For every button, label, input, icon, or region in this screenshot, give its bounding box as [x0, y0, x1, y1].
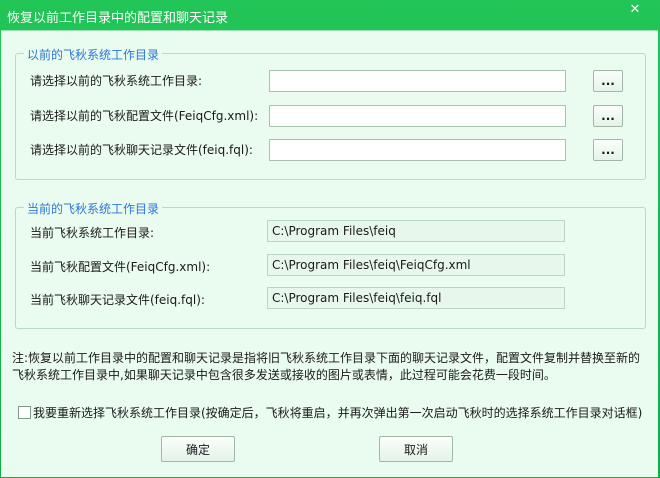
reselect-directory-label[interactable]: 我要重新选择飞秋系统工作目录(按确定后，飞秋将重启，并再次弹出第一次启动飞秋时的…: [33, 404, 642, 421]
current-directory-field: C:\Program Files\feiq: [267, 220, 565, 242]
previous-config-browse-button[interactable]: ...: [593, 105, 623, 127]
dialog-client-area: 以前的飞秋系统工作目录 请选择以前的飞秋系统工作目录: ... 请选择以前的飞秋…: [1, 30, 658, 477]
dialog-window: 恢复以前工作目录中的配置和聊天记录 ✕ 以前的飞秋系统工作目录 请选择以前的飞秋…: [0, 0, 660, 478]
previous-chatlog-browse-button[interactable]: ...: [593, 139, 623, 161]
previous-directory-browse-button[interactable]: ...: [593, 70, 623, 92]
close-icon: ✕: [629, 2, 641, 17]
current-config-field: C:\Program Files\feiq\FeiqCfg.xml: [267, 254, 565, 276]
previous-config-input[interactable]: [269, 105, 566, 127]
current-chatlog-label: 当前飞秋聊天记录文件(feiq.fql):: [30, 293, 205, 307]
previous-directory-label: 请选择以前的飞秋系统工作目录:: [30, 74, 203, 88]
close-button[interactable]: ✕: [618, 0, 652, 20]
note-text: 注:恢复以前工作目录中的配置和聊天记录是指将旧飞秋系统工作目录下面的聊天记录文件…: [12, 351, 641, 382]
window-title: 恢复以前工作目录中的配置和聊天记录: [7, 11, 229, 26]
previous-directory-input[interactable]: [269, 70, 566, 92]
cancel-button[interactable]: 取消: [379, 436, 453, 462]
previous-config-label: 请选择以前的飞秋配置文件(FeiqCfg.xml):: [30, 109, 259, 123]
current-config-label: 当前飞秋配置文件(FeiqCfg.xml):: [30, 260, 211, 274]
current-directory-group: 当前的飞秋系统工作目录 当前飞秋系统工作目录: C:\Program Files…: [15, 200, 646, 329]
previous-chatlog-input[interactable]: [269, 139, 566, 161]
reselect-directory-checkbox[interactable]: [18, 406, 31, 419]
current-group-title: 当前的飞秋系统工作目录: [24, 200, 163, 217]
previous-directory-group: 以前的飞秋系统工作目录 请选择以前的飞秋系统工作目录: ... 请选择以前的飞秋…: [15, 46, 646, 180]
title-bar[interactable]: 恢复以前工作目录中的配置和聊天记录 ✕: [0, 0, 660, 30]
current-directory-label: 当前飞秋系统工作目录:: [30, 226, 155, 240]
previous-chatlog-label: 请选择以前的飞秋聊天记录文件(feiq.fql):: [30, 143, 253, 157]
ok-button[interactable]: 确定: [161, 436, 235, 462]
current-chatlog-field: C:\Program Files\feiq\feiq.fql: [267, 287, 565, 309]
previous-group-title: 以前的飞秋系统工作目录: [24, 46, 163, 63]
